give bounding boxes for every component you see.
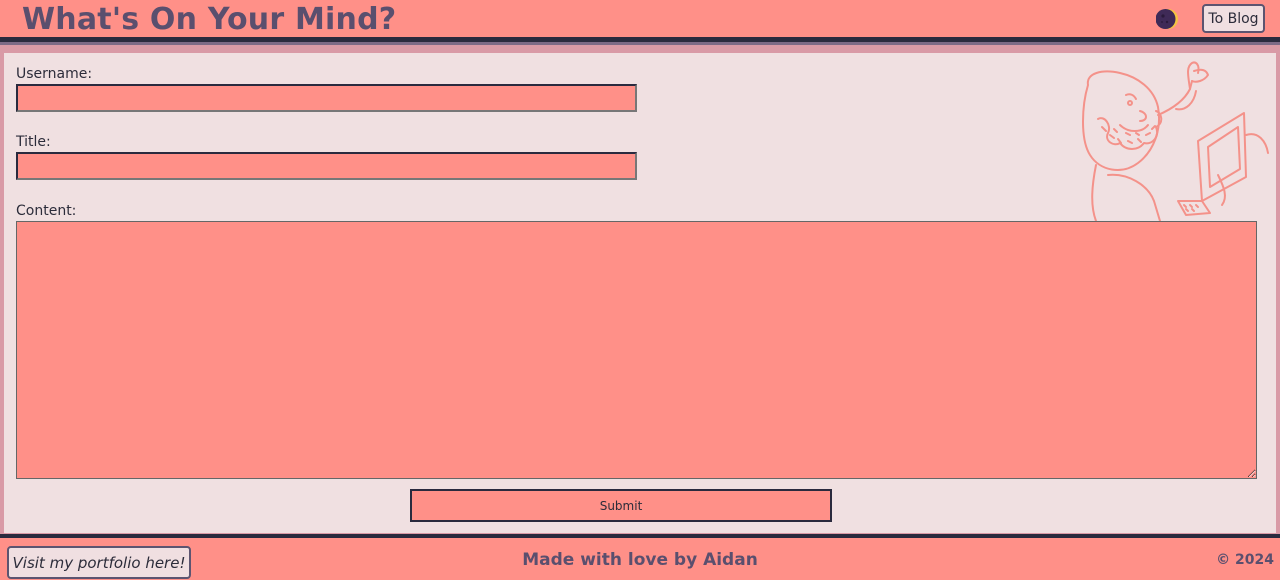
site-footer: Visit my portfolio here! Made with love … bbox=[0, 534, 1280, 580]
content-label: Content: bbox=[16, 203, 77, 219]
username-label: Username: bbox=[16, 66, 93, 82]
username-field[interactable] bbox=[16, 84, 637, 112]
submit-button[interactable]: Submit bbox=[410, 489, 832, 522]
to-blog-button[interactable]: To Blog bbox=[1202, 4, 1265, 33]
site-header: What's On Your Mind? To Blog bbox=[0, 0, 1280, 45]
footer-credit: Made with love by Aidan bbox=[522, 550, 758, 570]
moon-icon[interactable] bbox=[1155, 7, 1180, 31]
copyright-text: © 2024 bbox=[1216, 552, 1274, 568]
content-textarea[interactable] bbox=[16, 221, 1257, 479]
page-title: What's On Your Mind? bbox=[22, 2, 397, 37]
waving-man-illustration bbox=[1082, 61, 1269, 221]
post-form-panel: Username: Title: Content: Submit bbox=[4, 53, 1276, 533]
title-field[interactable] bbox=[16, 152, 637, 180]
title-label: Title: bbox=[16, 134, 51, 150]
